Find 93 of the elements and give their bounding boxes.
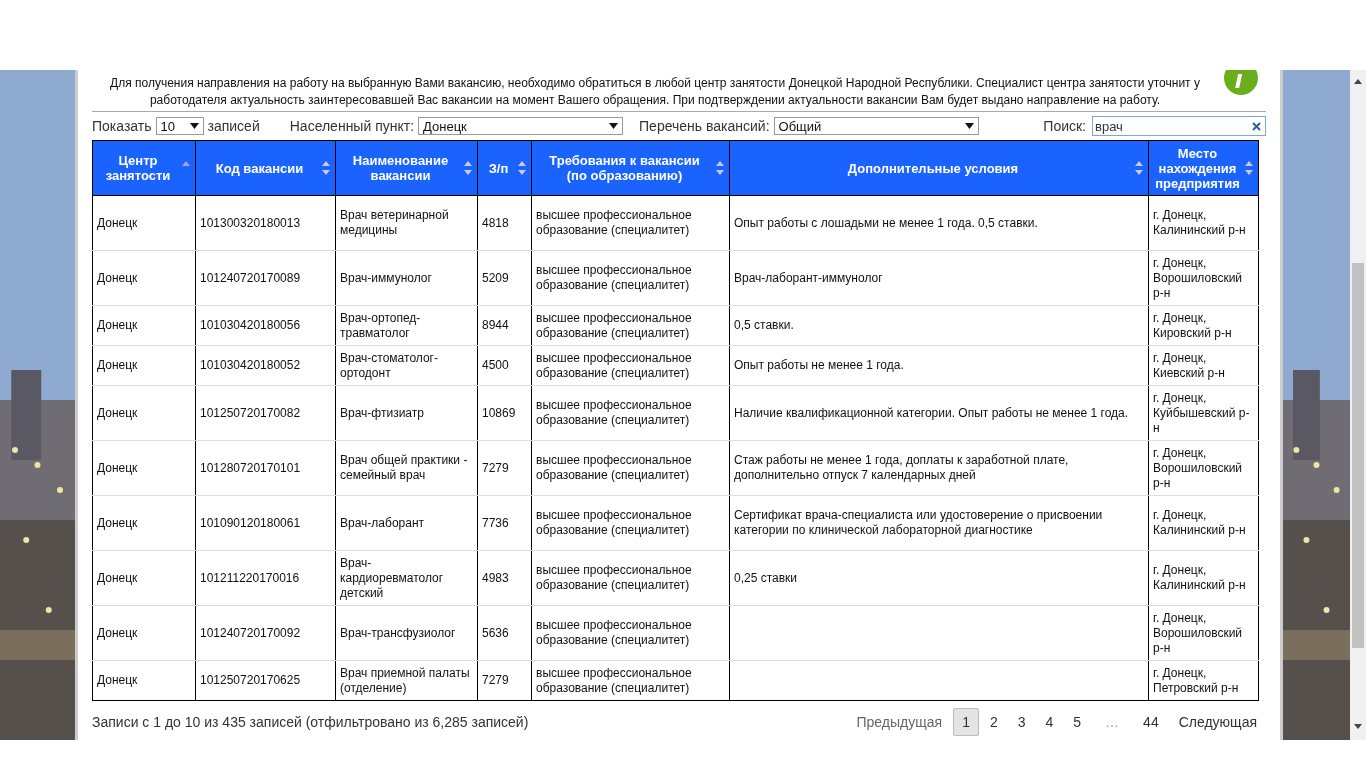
dropdown-caret-icon: [189, 123, 199, 129]
table-cell: г. Донецк, Калининский р-н: [1153, 508, 1246, 537]
table-cell: высшее профессиональное образование (специалитет): [536, 665, 692, 695]
table-cell: высшее профессиональное образование (специалитет): [536, 350, 692, 380]
dropdown-caret-icon: [964, 123, 974, 129]
table-cell: Врач приемной палаты (отделение): [340, 665, 470, 695]
records-info: Записи с 1 до 10 из 435 записей (отфильтровано из 6,285 записей): [92, 714, 529, 730]
table-cell: Донецк: [97, 358, 138, 372]
clear-icon[interactable]: [1252, 121, 1261, 131]
table-cell: высшее профессиональное образование (специалитет): [536, 263, 692, 292]
table-cell: г. Донецк, Петровский р-н: [1153, 665, 1239, 695]
table-cell: Опыт работы не менее 1 года.: [734, 358, 904, 372]
table-cell: Донецк: [97, 460, 138, 475]
column-header[interactable]: З/п: [484, 160, 513, 176]
table-cell: г. Донецк, Ворошиловский р-н: [1153, 255, 1243, 300]
table-cell: Донецк: [97, 673, 138, 687]
page-button[interactable]: 1: [953, 708, 979, 736]
table-cell: Врач общей практики - семейный врач: [340, 453, 468, 482]
table-cell: Донецк: [97, 570, 138, 585]
table-cell: Врач-кардиоревматолог детский: [340, 555, 444, 600]
table-cell: 4983: [482, 570, 509, 585]
table-cell: Наличие квалификационной категории. Опыт работы не менее 1 года.: [734, 405, 1129, 420]
table-cell: г. Донецк, Киевский р-н: [1153, 350, 1225, 380]
table-cell: 7279: [482, 673, 509, 687]
page-size-select[interactable]: 10: [155, 117, 204, 135]
table-cell: 101030420180052: [200, 358, 301, 372]
table-cell: Донецк: [97, 270, 138, 285]
table-cell: 4500: [482, 358, 509, 372]
table-cell: Врач-трансфузиолог: [340, 625, 456, 640]
table-cell: 101240720170092: [200, 625, 301, 640]
table-cell: 101240720170089: [200, 270, 301, 285]
city-label: Населенный пункт:: [289, 118, 415, 134]
table-cell: Врач-стоматолог-ортодонт: [340, 350, 438, 380]
table-cell: 101090120180061: [200, 515, 301, 530]
table-cell: г. Донецк, Кировский р-н: [1153, 310, 1232, 340]
table-cell: 101280720170101: [200, 460, 301, 475]
vacancy-list-label: Перечень вакансий:: [639, 118, 770, 134]
table-cell: г. Донецк, Калининский р-н: [1153, 208, 1246, 237]
vacancy-list-select[interactable]: Общий: [773, 117, 979, 135]
table-cell: Донецк: [97, 625, 138, 640]
search-field[interactable]: врач: [1092, 116, 1266, 136]
table-cell: высшее профессиональное образование (специалитет): [536, 563, 692, 592]
page-button[interactable]: 44: [1134, 708, 1168, 736]
previous-link[interactable]: Предыдущая: [847, 708, 952, 736]
table-cell: 7736: [482, 515, 509, 530]
table-cell: Врач-лаборант: [340, 515, 425, 530]
table-cell: Врач-ортопед-травматолог: [340, 310, 421, 340]
table-cell: высшее профессиональное образование (специалитет): [536, 618, 692, 647]
table-cell: 101030420180056: [200, 318, 301, 332]
notice-text: Для получения направления на работу на выбранную Вами вакансию, необходимо обратиться в любой центр занятости Донецкой Народной Республики. Специалист центра занятости уточнит у работодателя актуальность заинтересовавшей Вас вакансии на момент Вашего обращения. При подтверждении актуальности вакансии Вам будет выдано направление на работу.: [109, 75, 1201, 109]
table-cell: высшее профессиональное образование (специалитет): [536, 453, 692, 482]
table-cell: 101250720170082: [200, 405, 301, 420]
dropdown-caret-icon: [609, 123, 619, 129]
table-cell: 101300320180013: [200, 215, 301, 230]
table-cell: Донецк: [97, 318, 138, 332]
next-link[interactable]: Следующая: [1169, 708, 1266, 736]
table-cell: 0,5 ставки.: [734, 318, 794, 332]
page-button[interactable]: 2: [980, 708, 1007, 736]
city-select[interactable]: Донецк: [418, 117, 624, 135]
table-cell: высшее профессиональное образование (специалитет): [536, 310, 692, 340]
table-cell: 5636: [482, 625, 509, 640]
table-cell: 101211220170016: [200, 570, 300, 585]
table-cell: 5209: [482, 270, 509, 285]
table-cell: 8944: [482, 318, 509, 332]
table-cell: 10869: [482, 405, 516, 420]
table-cell: г. Донецк, Калининский р-н: [1153, 563, 1246, 592]
table-cell: г. Донецк, Ворошиловский р-н: [1153, 445, 1243, 490]
table-cell: Донецк: [97, 405, 138, 420]
table-cell: Стаж работы не менее 1 года, доплаты к заработной плате, дополнительно отпуск 7 календарных дней: [734, 453, 1069, 482]
page-button[interactable]: 5: [1064, 708, 1091, 736]
table-cell: г. Донецк, Ворошиловский р-н: [1153, 610, 1243, 655]
table-cell: Врач ветеринарной медицины: [340, 208, 449, 237]
table-cell: 7279: [482, 460, 509, 475]
table-cell: г. Донецк, Куйбышевский р-н: [1153, 390, 1250, 435]
table-cell: Сертификат врача-специалиста или удостоверение о присвоении категории по клинической лабораторной диагностике: [734, 508, 1103, 537]
table-cell: Опыт работы с лошадьми не менее 1 года. 0,5 ставки.: [734, 215, 1038, 230]
table-cell: Донецк: [97, 215, 138, 230]
search-label: Поиск:: [1043, 118, 1086, 134]
table-cell: 101250720170625: [200, 673, 301, 687]
table-cell: Врач-лаборант-иммунолог: [734, 270, 883, 285]
pagination-ellipsis: …: [1104, 713, 1121, 732]
table-cell: высшее профессиональное образование (специалитет): [536, 398, 692, 427]
table-cell: 4818: [482, 215, 509, 230]
table-cell: Донецк: [97, 515, 138, 530]
table-cell: 0,25 ставки: [734, 570, 798, 585]
table-cell: высшее профессиональное образование (специалитет): [536, 208, 692, 237]
show-label: Показать: [92, 118, 152, 134]
show-suffix: записей: [207, 118, 260, 134]
table-cell: Врач-иммунолог: [340, 270, 432, 285]
table-cell: Врач-фтизиатр: [340, 405, 424, 420]
page-button[interactable]: 4: [1036, 708, 1063, 736]
table-cell: высшее профессиональное образование (специалитет): [536, 508, 692, 537]
page-button[interactable]: 3: [1008, 708, 1035, 736]
